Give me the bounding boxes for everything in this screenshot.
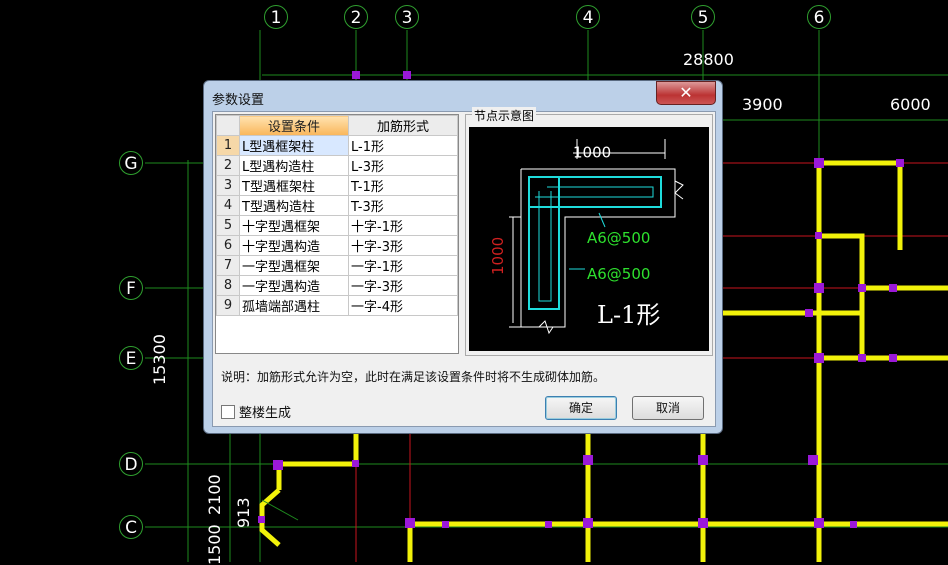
cell-form[interactable]: 十字-1形 [348,215,458,236]
cell-condition[interactable]: 一字型遇框架 [239,255,349,276]
axis-bubble-5: 5 [691,5,715,29]
cell-form[interactable]: 一字-3形 [348,275,458,296]
table-row[interactable]: 4 T型遇构造柱 T-3形 [216,195,458,216]
rebar-label-2: A6@500 [587,265,650,283]
table-corner [216,115,240,136]
dim-6000: 6000 [890,95,931,114]
note-text: 说明：加筋形式允许为空，此时在满足该设置条件时将不生成砌体加筋。 [221,370,606,384]
axis-bubble-E: E [119,346,143,370]
row-number: 5 [216,215,240,236]
axis-bubble-F: F [119,276,143,300]
row-number: 1 [216,135,240,156]
dim-913: 913 [234,497,253,528]
params-dialog: 参数设置 ✕ 设置条件 加筋形式 1 L型遇框架柱 L-1形 2 L型遇构造柱 L-3形… [203,80,723,434]
table-row[interactable]: 8 一字型遇构造 一字-3形 [216,275,458,296]
dim-3900: 3900 [742,95,783,114]
table-row[interactable]: 1 L型遇框架柱 L-1形 [216,135,458,156]
table-row[interactable]: 5 十字型遇框架 十字-1形 [216,215,458,236]
rebar-label-1: A6@500 [587,229,650,247]
cell-condition[interactable]: 十字型遇构造 [239,235,349,256]
axis-bubble-2: 2 [344,5,368,29]
cell-condition[interactable]: 一字型遇构造 [239,275,349,296]
dim-horizontal: 1000 [573,144,611,162]
axis-bubble-C: C [119,515,143,539]
axis-bubble-3: 3 [395,5,419,29]
cell-condition[interactable]: T型遇构造柱 [239,195,349,216]
cell-form[interactable]: 一字-1形 [348,255,458,276]
table-row[interactable]: 3 T型遇框架柱 T-1形 [216,175,458,196]
node-preview: 1000 1000 A6@500 A6@500 L-1形 [469,127,709,351]
header-form[interactable]: 加筋形式 [348,115,458,136]
row-number: 4 [216,195,240,216]
row-number: 8 [216,275,240,296]
row-number: 2 [216,155,240,176]
table-row[interactable]: 9 孤墙端部遇柱 一字-4形 [216,295,458,316]
cancel-button[interactable]: 取消 [632,396,704,420]
axis-bubble-G: G [119,151,143,175]
dialog-title: 参数设置 [212,93,265,108]
node-diagram: 1000 1000 A6@500 A6@500 L-1形 [489,139,684,335]
cell-form[interactable]: T-1形 [348,175,458,196]
axis-bubble-1: 1 [264,5,288,29]
ok-button[interactable]: 确定 [545,396,617,420]
dialog-body: 设置条件 加筋形式 1 L型遇框架柱 L-1形 2 L型遇构造柱 L-3形 3 T型遇框架… [212,107,716,427]
cell-form[interactable]: T-3形 [348,195,458,216]
dim-vertical: 1000 [489,237,507,275]
dim-15300: 15300 [150,334,169,385]
row-number: 9 [216,295,240,316]
shape-label: L-1形 [597,301,660,329]
whole-building-checkbox[interactable]: 整楼生成 [221,402,291,421]
row-number: 6 [216,235,240,256]
cell-form[interactable]: 一字-4形 [348,295,458,316]
cell-condition[interactable]: L型遇构造柱 [239,155,349,176]
close-icon[interactable]: ✕ [656,81,716,105]
preview-label: 节点示意图 [472,107,537,124]
dim-total: 28800 [683,50,734,69]
dim-2100: 2100 [205,474,224,515]
header-condition[interactable]: 设置条件 [239,115,349,136]
settings-table: 设置条件 加筋形式 1 L型遇框架柱 L-1形 2 L型遇构造柱 L-3形 3 T型遇框架… [216,115,458,316]
axis-bubble-4: 4 [576,5,600,29]
cell-form[interactable]: L-3形 [348,155,458,176]
table-header-row: 设置条件 加筋形式 [216,115,458,136]
row-number: 7 [216,255,240,276]
axis-bubble-6: 6 [807,5,831,29]
axis-bubble-D: D [119,452,143,476]
cell-condition[interactable]: 十字型遇框架 [239,215,349,236]
table-row[interactable]: 7 一字型遇框架 一字-1形 [216,255,458,276]
table-row[interactable]: 6 十字型遇构造 十字-3形 [216,235,458,256]
cell-form[interactable]: 十字-3形 [348,235,458,256]
preview-group: 节点示意图 1000 1000 A6@500 A6@500 L-1形 [465,107,713,356]
row-number: 3 [216,175,240,196]
table-row[interactable]: 2 L型遇构造柱 L-3形 [216,155,458,176]
checkbox-box[interactable] [221,405,235,419]
cell-condition[interactable]: 孤墙端部遇柱 [239,295,349,316]
dim-1500: 1500 [205,524,224,565]
cell-condition[interactable]: L型遇框架柱 [239,135,349,156]
settings-grid[interactable]: 设置条件 加筋形式 1 L型遇框架柱 L-1形 2 L型遇构造柱 L-3形 3 T型遇框架… [215,114,459,354]
cell-condition[interactable]: T型遇框架柱 [239,175,349,196]
checkbox-label[interactable]: 整楼生成 [239,406,291,421]
cell-form[interactable]: L-1形 [348,135,458,156]
